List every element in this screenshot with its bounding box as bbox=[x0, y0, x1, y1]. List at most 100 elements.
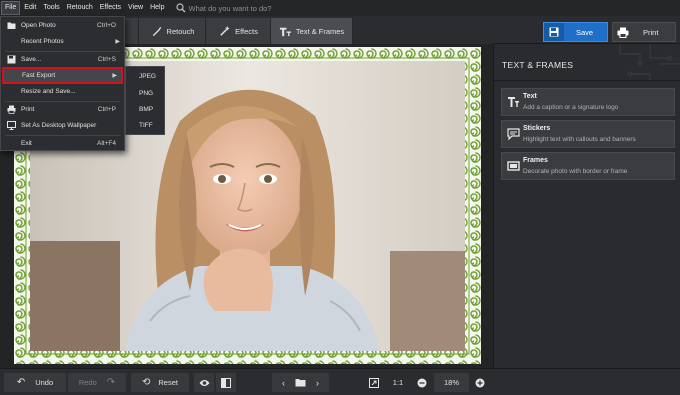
preview-button[interactable] bbox=[194, 373, 214, 392]
submenu-arrow-icon: ▶ bbox=[115, 39, 120, 45]
menu-fast-export[interactable]: Fast Export ▶ bbox=[2, 67, 123, 84]
fast-export-submenu: JPEG PNG BMP TIFF bbox=[125, 66, 165, 135]
toolbar-spacer bbox=[353, 18, 493, 44]
eye-icon bbox=[199, 379, 209, 386]
tab-text-frames[interactable]: Text & Frames bbox=[271, 18, 353, 44]
menu-save[interactable]: Save... Ctrl+S bbox=[1, 52, 124, 67]
redo-label: Redo bbox=[78, 378, 97, 387]
tab-retouch[interactable]: Retouch bbox=[139, 18, 206, 44]
zoom-out-icon[interactable] bbox=[414, 373, 430, 392]
frame-icon bbox=[507, 161, 520, 171]
panel-divider bbox=[494, 80, 680, 81]
menu-open-photo-shortcut: Ctrl+O bbox=[97, 22, 116, 29]
undo-button[interactable]: ↶ Undo bbox=[4, 373, 66, 392]
redo-button[interactable]: Redo ↷ bbox=[68, 373, 126, 392]
floppy-icon bbox=[544, 23, 564, 41]
menu-fast-export-label: Fast Export bbox=[22, 72, 56, 79]
menu-view[interactable]: View bbox=[125, 1, 146, 15]
submenu-arrow-icon: ▶ bbox=[112, 73, 117, 79]
monitor-icon bbox=[7, 121, 16, 130]
menu-print-shortcut: Ctrl+P bbox=[97, 106, 116, 113]
menu-retouch[interactable]: Retouch bbox=[64, 1, 96, 15]
printer-icon bbox=[7, 105, 16, 114]
prev-photo-icon[interactable]: ‹ bbox=[282, 378, 285, 388]
save-label: Save bbox=[576, 27, 594, 37]
menu-exit[interactable]: Exit Alt+F4 bbox=[1, 136, 124, 151]
redo-icon: ↷ bbox=[106, 377, 116, 388]
card-frames-title: Frames bbox=[523, 157, 548, 164]
floppy-icon bbox=[7, 55, 16, 64]
speech-bubble-icon bbox=[507, 128, 520, 140]
export-bmp[interactable]: BMP bbox=[139, 106, 153, 113]
menu-print-label: Print bbox=[21, 106, 35, 113]
search-placeholder: What do you want to do? bbox=[188, 3, 272, 13]
tab-text-frames-label: Text & Frames bbox=[295, 26, 345, 36]
print-label: Print bbox=[643, 27, 659, 37]
next-photo-icon[interactable]: › bbox=[316, 378, 319, 388]
card-frames[interactable]: Frames Decorate photo with border or fra… bbox=[501, 152, 675, 180]
tab-retouch-label: Retouch bbox=[166, 26, 195, 36]
right-panel: TEXT & FRAMES Text Add a caption or a si… bbox=[493, 44, 680, 368]
panel-title: TEXT & FRAMES bbox=[502, 60, 574, 70]
menu-save-shortcut: Ctrl+S bbox=[97, 56, 116, 63]
card-frames-desc: Decorate photo with border or frame bbox=[523, 168, 628, 175]
menu-edit[interactable]: Edit bbox=[21, 1, 39, 15]
menu-recent-photos-label: Recent Photos bbox=[21, 38, 64, 45]
card-stickers-title: Stickers bbox=[523, 125, 551, 132]
menu-set-wallpaper[interactable]: Set As Desktop Wallpaper bbox=[1, 118, 124, 133]
folder-icon[interactable] bbox=[295, 378, 306, 387]
menu-resize-save-label: Resize and Save... bbox=[21, 88, 76, 95]
undo-icon: ↶ bbox=[16, 377, 26, 388]
menu-open-photo[interactable]: Open Photo Ctrl+O bbox=[1, 18, 124, 33]
card-stickers-desc: Highlight text with callouts and banners bbox=[523, 136, 636, 143]
folder-icon bbox=[7, 22, 16, 29]
menu-save-label: Save... bbox=[21, 56, 42, 63]
menu-effects[interactable]: Effects bbox=[97, 1, 124, 15]
bottom-bar: ↶ Undo Redo ↷ ⟲ Reset ‹ › 1:1 18% bbox=[0, 368, 680, 395]
menu-resize-save[interactable]: Resize and Save... bbox=[1, 84, 124, 99]
menu-print[interactable]: Print Ctrl+P bbox=[1, 102, 124, 117]
reset-button[interactable]: ⟲ Reset bbox=[131, 373, 189, 392]
file-menu-dropdown: Open Photo Ctrl+O Recent Photos ▶ Save..… bbox=[0, 16, 125, 151]
zoom-in-icon[interactable] bbox=[472, 373, 488, 392]
menu-tools[interactable]: Tools bbox=[40, 1, 62, 15]
menu-open-photo-label: Open Photo bbox=[21, 22, 56, 29]
menu-exit-label: Exit bbox=[21, 140, 32, 147]
card-text-title: Text bbox=[523, 93, 537, 100]
menu-bar: File Edit Tools Retouch Effects View Hel… bbox=[0, 0, 680, 16]
export-png[interactable]: PNG bbox=[139, 90, 153, 97]
text-frames-icon bbox=[279, 27, 291, 36]
card-text[interactable]: Text Add a caption or a signature logo bbox=[501, 88, 675, 116]
menu-recent-photos[interactable]: Recent Photos ▶ bbox=[1, 34, 124, 49]
save-button[interactable]: Save bbox=[543, 22, 608, 42]
search-box[interactable]: What do you want to do? bbox=[175, 3, 272, 13]
undo-label: Undo bbox=[35, 378, 54, 387]
menu-exit-shortcut: Alt+F4 bbox=[97, 140, 116, 147]
reset-icon: ⟲ bbox=[142, 377, 151, 388]
magic-wand-icon bbox=[220, 25, 230, 36]
photo-editor-window: File Edit Tools Retouch Effects View Hel… bbox=[0, 0, 680, 395]
zoom-1to1-label: 1:1 bbox=[392, 378, 404, 387]
export-jpeg[interactable]: JPEG bbox=[139, 73, 156, 80]
brush-icon bbox=[152, 26, 161, 36]
compare-button[interactable] bbox=[216, 373, 236, 392]
menu-file[interactable]: File bbox=[1, 1, 21, 15]
tab-effects[interactable]: Effects bbox=[206, 18, 271, 44]
card-text-desc: Add a caption or a signature logo bbox=[523, 104, 619, 111]
menu-set-wallpaper-label: Set As Desktop Wallpaper bbox=[21, 122, 97, 129]
circuit-decoration bbox=[619, 44, 680, 80]
zoom-level-value: 18% bbox=[443, 378, 459, 387]
reset-label: Reset bbox=[158, 378, 178, 387]
compare-icon bbox=[221, 377, 231, 388]
text-icon bbox=[508, 97, 519, 107]
search-icon bbox=[175, 3, 185, 13]
zoom-1to1-button[interactable]: 1:1 bbox=[388, 373, 408, 392]
zoom-level-field[interactable]: 18% bbox=[434, 373, 469, 392]
tab-effects-label: Effects bbox=[235, 26, 258, 36]
menu-help[interactable]: Help bbox=[147, 1, 167, 15]
export-tiff[interactable]: TIFF bbox=[139, 122, 153, 129]
print-button[interactable]: Print bbox=[612, 22, 676, 42]
fit-to-window-icon[interactable] bbox=[366, 373, 382, 392]
card-stickers[interactable]: Stickers Highlight text with callouts an… bbox=[501, 120, 675, 148]
photo-navigator: ‹ › bbox=[272, 373, 329, 392]
